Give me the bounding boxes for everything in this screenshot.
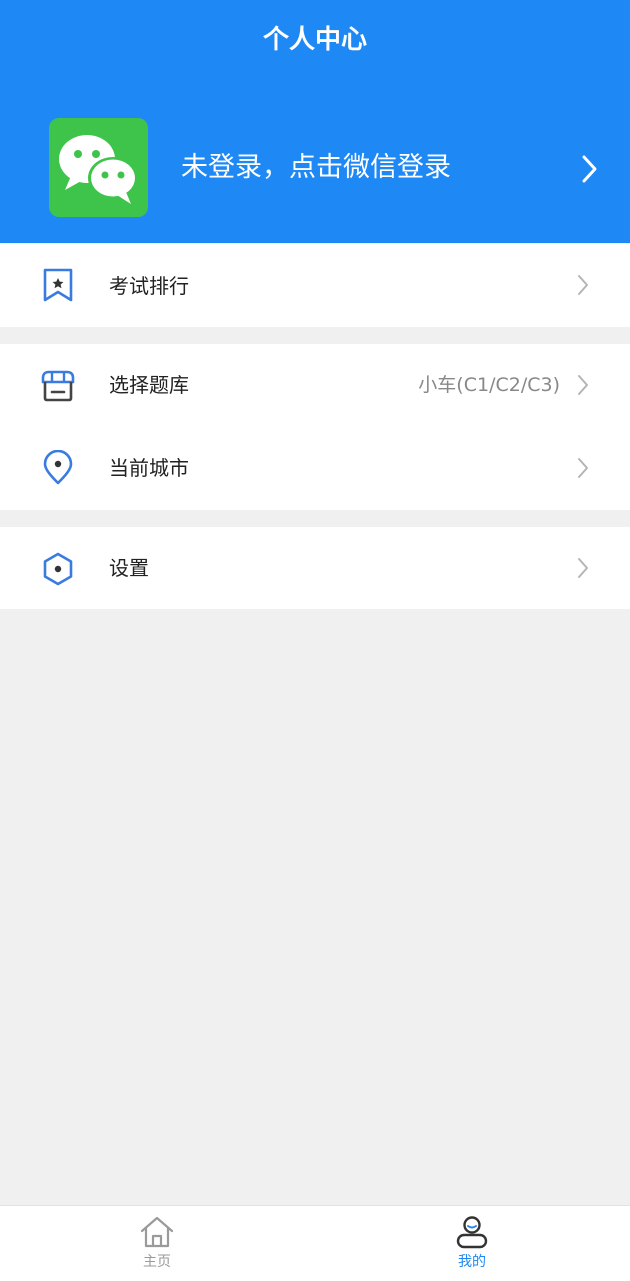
tab-label: 主页 [143, 1254, 171, 1270]
menu-item-current-city[interactable]: 当前城市 [0, 427, 630, 510]
store-icon [41, 370, 75, 402]
hexagon-gear-icon [43, 552, 73, 586]
tab-home[interactable]: 主页 [97, 1206, 217, 1281]
menu-item-label: 设置 [109, 556, 149, 580]
chevron-right-icon [578, 375, 588, 395]
menu-item-label: 当前城市 [109, 456, 189, 480]
bottom-tab-bar: 主页 我的 [0, 1205, 630, 1281]
bookmark-star-icon [43, 268, 73, 302]
menu-item-question-bank[interactable]: 选择题库 小车(C1/C2/C3) [0, 344, 630, 427]
chevron-right-icon [578, 558, 588, 578]
location-pin-icon [43, 450, 73, 485]
chevron-right-icon [578, 275, 588, 295]
menu-item-settings[interactable]: 设置 [0, 527, 630, 610]
profile-header: 个人中心 未登录，点击微信登录 [0, 0, 630, 243]
menu-item-label: 选择题库 [109, 373, 189, 397]
menu-section-settings: 设置 [0, 527, 630, 609]
tab-label: 我的 [458, 1254, 486, 1270]
menu-item-label: 考试排行 [109, 274, 189, 298]
menu-section-ranking: 考试排行 [0, 244, 630, 327]
person-icon [456, 1216, 488, 1249]
house-icon [140, 1216, 174, 1248]
tab-mine[interactable]: 我的 [412, 1206, 532, 1281]
page-title: 个人中心 [262, 25, 367, 55]
selected-vehicle-type: 小车(C1/C2/C3) [418, 374, 560, 396]
menu-section-preferences: 选择题库 小车(C1/C2/C3) 当前城市 [0, 344, 630, 510]
wechat-login-button[interactable]: 未登录，点击微信登录 [0, 100, 630, 236]
chevron-right-icon [582, 155, 597, 183]
wechat-logo-icon [49, 118, 148, 217]
login-prompt: 未登录，点击微信登录 [181, 152, 451, 183]
menu-item-exam-ranking[interactable]: 考试排行 [0, 244, 630, 327]
chevron-right-icon [578, 458, 588, 478]
